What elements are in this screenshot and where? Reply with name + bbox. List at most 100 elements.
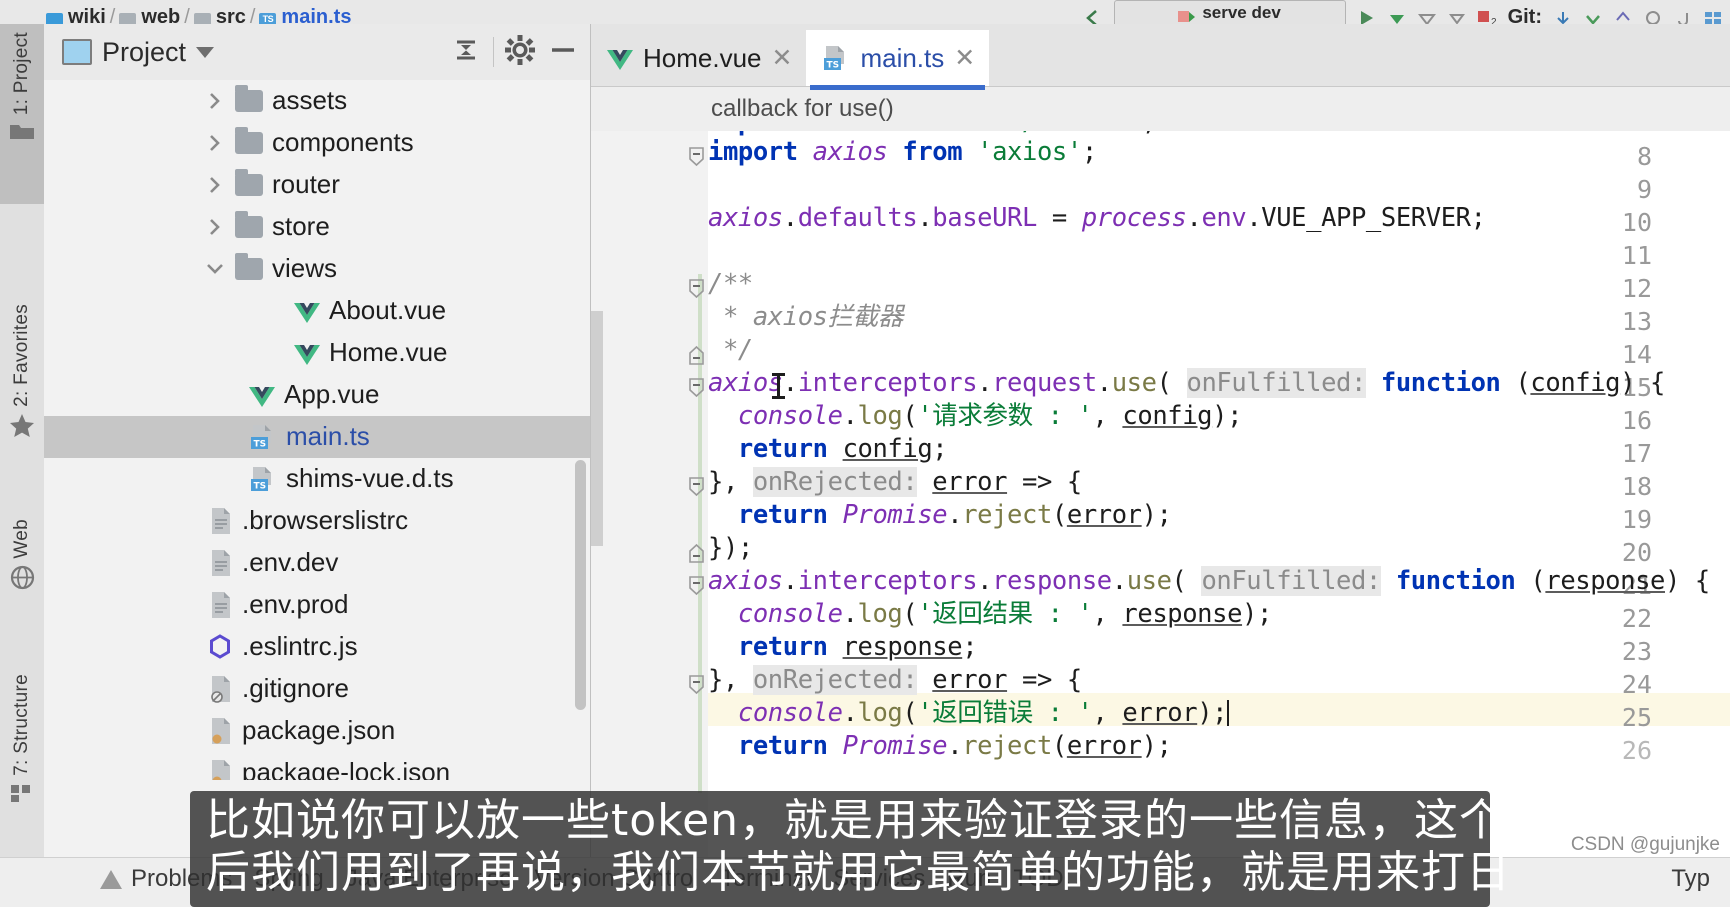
breadcrumb: wiki / web / src / TS main.ts [0, 0, 351, 24]
vcs-commit-icon[interactable] [1584, 10, 1602, 25]
chevron-down-icon[interactable] [204, 259, 226, 279]
tree-item-label: .browserslistrc [242, 505, 408, 536]
search-everywhere-icon[interactable] [1704, 10, 1722, 25]
tree-item-env-dev[interactable]: .env.dev [44, 542, 590, 584]
tree-item-package-json[interactable]: package.json [44, 710, 590, 752]
vcs-label: Git: [1508, 8, 1542, 25]
tree-item-eslintrc-js[interactable]: .eslintrc.js [44, 626, 590, 668]
tree-item-store[interactable]: store [44, 206, 590, 248]
watermark: CSDN @gujunjke [1571, 834, 1720, 856]
tree-item-gitignore[interactable]: .gitignore [44, 668, 590, 710]
close-icon[interactable]: ✕ [772, 46, 793, 71]
tree-item-label: shims-vue.d.ts [286, 463, 454, 494]
star-icon [9, 413, 35, 443]
tree-item-views[interactable]: views [44, 248, 590, 290]
close-icon[interactable]: ✕ [954, 46, 975, 71]
breadcrumb-separator: / [250, 8, 256, 25]
tree-item-label: App.vue [284, 379, 379, 410]
tree-item-home-vue[interactable]: Home.vue [44, 332, 590, 374]
tree-item-assets[interactable]: assets [44, 80, 590, 122]
folder-icon [235, 174, 263, 196]
structure-icon [10, 782, 34, 809]
breadcrumb-separator: / [184, 8, 190, 25]
text-file-icon [209, 549, 233, 577]
chevron-right-icon[interactable] [204, 133, 226, 153]
tree-item-label: package-lock.json [242, 757, 450, 781]
code-line-22: console.log('返回结果 : ', response); [708, 598, 1272, 631]
eslint-file-icon [207, 634, 233, 660]
sidebar-item-label: Web [11, 519, 33, 559]
tree-item-label: .gitignore [242, 673, 349, 704]
breadcrumb-label: web [141, 8, 180, 25]
project-icon [62, 39, 92, 65]
editor-tab-bar: Home.vue ✕ TS main.ts ✕ [591, 24, 1730, 87]
run-configuration-selector[interactable]: serve dev [1114, 0, 1346, 24]
project-tree-scrollbar[interactable] [575, 460, 586, 710]
subtitle-overlay: 比如说你可以放一些token，就是用来验证登录的一些信息，这个以 后我们用到了再… [190, 791, 1490, 907]
tree-item-label: assets [272, 85, 347, 116]
collapse-all-icon[interactable] [449, 35, 483, 70]
tree-item-about-vue[interactable]: About.vue [44, 290, 590, 332]
tree-item-components[interactable]: components [44, 122, 590, 164]
sidebar-item-label: 2: Favorites [11, 304, 33, 407]
debug-icon[interactable] [1388, 10, 1406, 25]
sidebar-item-label: 7: Structure [11, 674, 33, 776]
vcs-history-icon[interactable] [1644, 10, 1662, 25]
subtitle-line-2: 后我们用到了再说，我们本节就用它最简单的功能，就是用来打日 [206, 847, 1474, 899]
tree-item-main-ts[interactable]: TS main.ts [44, 416, 590, 458]
back-arrow-icon[interactable] [1084, 10, 1102, 25]
toolbar-divider [493, 37, 494, 67]
chevron-right-icon[interactable] [204, 175, 226, 195]
breadcrumb-item-wiki[interactable]: wiki [46, 8, 106, 25]
tree-item-router[interactable]: router [44, 164, 590, 206]
code-editor[interactable]: 8 9 10 11 12 13 14 15 16 17 18 19 20 21 … [591, 131, 1730, 872]
code-line-25: console.log('返回错误 : ', error); [708, 697, 1229, 730]
tab-main-ts[interactable]: TS main.ts ✕ [806, 30, 989, 86]
globe-icon [10, 565, 35, 595]
code-line-15: axios.interceptors.request.use( onFulfil… [708, 367, 1665, 400]
svg-text:TS: TS [254, 482, 267, 492]
profiler-icon[interactable] [1448, 10, 1466, 25]
vcs-revert-icon[interactable] [1674, 10, 1692, 25]
tree-item-label: components [272, 127, 414, 158]
editor-breadcrumb[interactable]: callback for use() [591, 87, 1730, 132]
code-line-16: console.log('请求参数 : ', config); [708, 400, 1242, 433]
project-file-tree[interactable]: assets components router [44, 80, 590, 780]
run-icon[interactable] [1358, 10, 1376, 25]
tree-item-env-prod[interactable]: .env.prod [44, 584, 590, 626]
breadcrumb-item-src[interactable]: src [194, 8, 246, 25]
coverage-icon[interactable] [1418, 10, 1436, 25]
error-badge[interactable]: 2 [1478, 10, 1496, 25]
sidebar-item-web[interactable]: Web [0, 519, 44, 649]
sidebar-item-project[interactable]: 1: Project [0, 24, 44, 204]
breadcrumb-item-main-ts[interactable]: TS main.ts [259, 8, 351, 25]
folder-icon [235, 258, 263, 280]
tree-item-label: About.vue [329, 295, 446, 326]
tab-home-vue[interactable]: Home.vue ✕ [591, 30, 806, 86]
tree-item-label: .eslintrc.js [242, 631, 358, 662]
left-tool-window-strip: 1: Project 2: Favorites Web 7: Structure [0, 24, 45, 900]
tree-item-package-lock-json[interactable]: package-lock.json [44, 752, 590, 780]
vue-file-icon [294, 300, 320, 322]
tree-item-shims-vue-d-ts[interactable]: TS shims-vue.d.ts [44, 458, 590, 500]
chevron-right-icon[interactable] [204, 217, 226, 237]
tree-item-browserslistrc[interactable]: .browserslistrc [44, 500, 590, 542]
chevron-down-icon[interactable] [196, 47, 214, 58]
tree-item-label: package.json [242, 715, 395, 746]
subtitle-line-1: 比如说你可以放一些token，就是用来验证登录的一些信息，这个以 [206, 795, 1474, 847]
project-tool-window-title: Project [102, 37, 186, 68]
vcs-update-icon[interactable] [1554, 10, 1572, 25]
text-file-icon [209, 591, 233, 619]
minimize-icon[interactable] [546, 35, 580, 70]
text-file-icon [209, 507, 233, 535]
navigation-bar: wiki / web / src / TS main.ts [0, 0, 1730, 25]
gear-icon[interactable] [504, 34, 536, 71]
sidebar-item-structure[interactable]: 7: Structure [0, 674, 44, 874]
sidebar-item-favorites[interactable]: 2: Favorites [0, 304, 44, 504]
vcs-push-icon[interactable] [1614, 10, 1632, 25]
chevron-right-icon[interactable] [204, 91, 226, 111]
status-typescript[interactable]: Typ [1649, 865, 1730, 893]
breadcrumb-item-web[interactable]: web [119, 8, 180, 25]
tree-item-app-vue[interactable]: App.vue [44, 374, 590, 416]
folder-icon [235, 216, 263, 238]
